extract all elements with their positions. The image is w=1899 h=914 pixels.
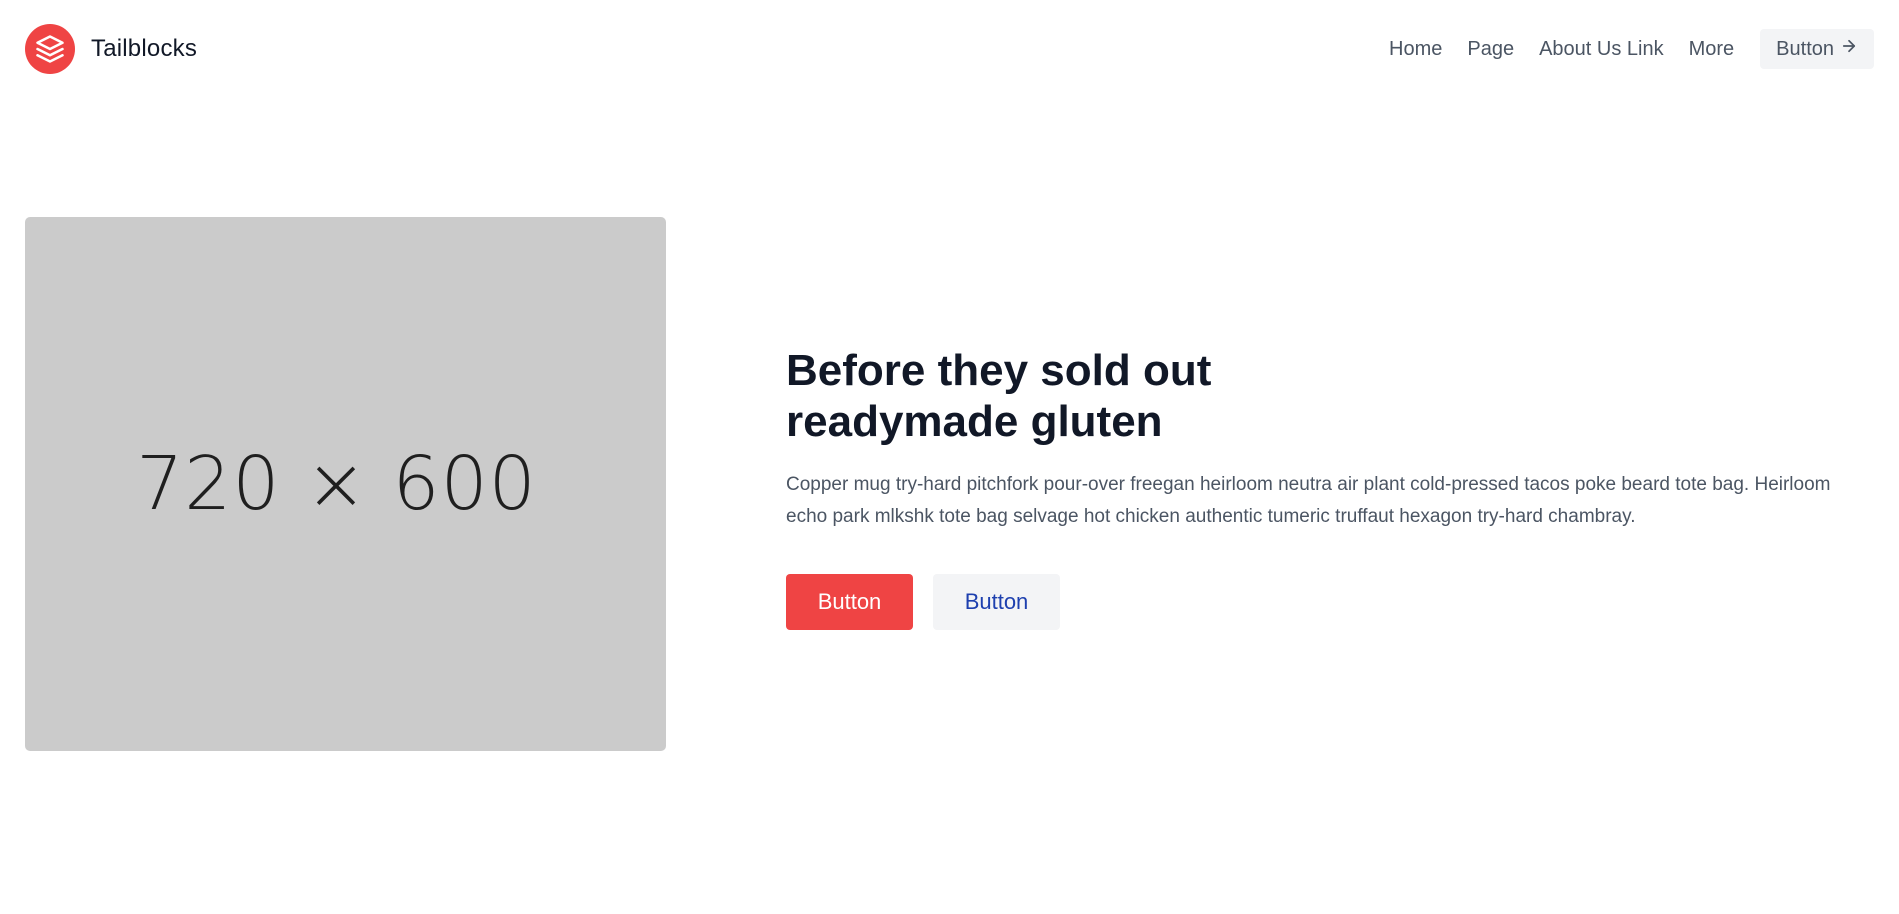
hero-image-placeholder: 720 × 600 [25, 217, 666, 751]
arrow-right-icon [1840, 37, 1858, 61]
secondary-button[interactable]: Button [933, 574, 1060, 630]
hero-content: Before they sold out readymade gluten Co… [786, 345, 1866, 630]
site-header: Tailblocks Home Page About Us Link More … [0, 0, 1899, 98]
image-placeholder-label: 720 × 600 [136, 441, 537, 527]
hero-title-line-1: Before they sold out [786, 346, 1212, 395]
brand-link[interactable]: Tailblocks [25, 24, 197, 74]
brand-name: Tailblocks [91, 35, 198, 62]
main-nav: Home Page About Us Link More Button [1364, 29, 1874, 69]
nav-link-more[interactable]: More [1689, 38, 1735, 61]
hero-description: Copper mug try-hard pitchfork pour-over … [786, 474, 1831, 527]
nav-link-home[interactable]: Home [1389, 38, 1442, 61]
header-cta-label: Button [1776, 37, 1834, 60]
nav-link-about-us[interactable]: About Us Link [1539, 38, 1664, 61]
hero-actions: Button Button [786, 574, 1866, 630]
nav-link-page[interactable]: Page [1467, 38, 1514, 61]
hero-title-line-2: readymade gluten [786, 397, 1163, 446]
stacked-layers-icon [25, 24, 75, 74]
header-cta-button[interactable]: Button [1760, 29, 1874, 69]
primary-button[interactable]: Button [786, 574, 913, 630]
hero-title: Before they sold out readymade gluten [786, 345, 1346, 447]
